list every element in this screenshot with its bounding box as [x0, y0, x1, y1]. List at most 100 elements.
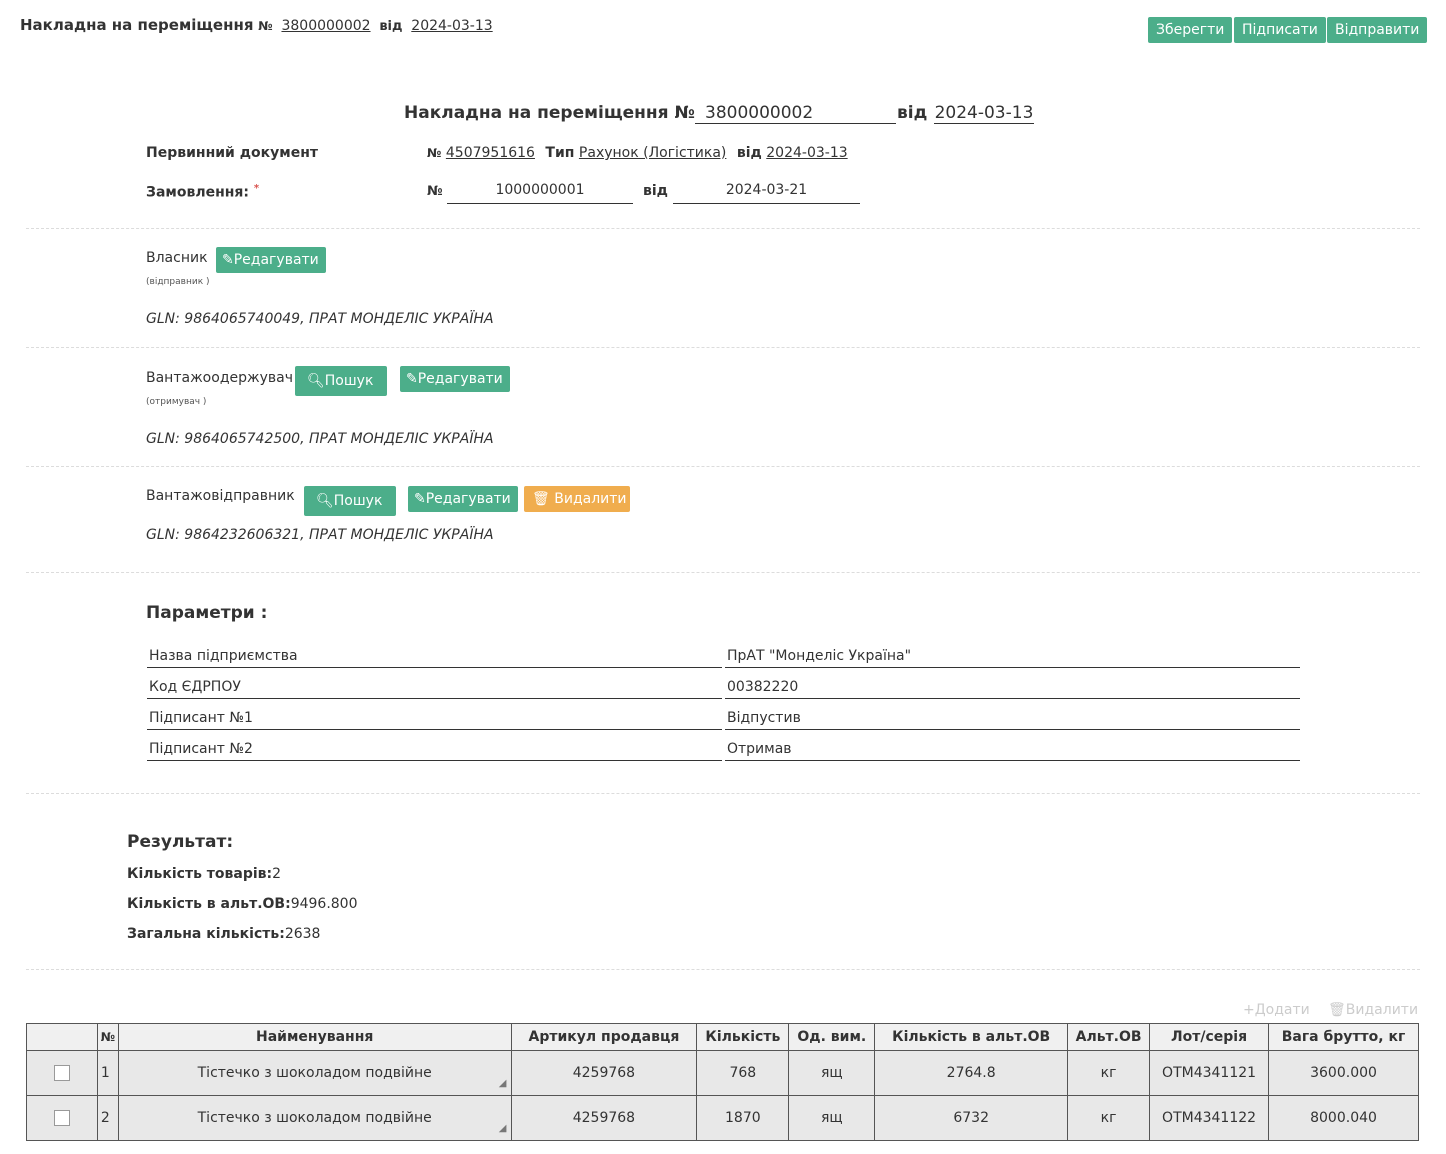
col-lot: Лот/серія — [1149, 1023, 1270, 1051]
param-row: Код ЄДРПОУ 00382220 — [147, 672, 1300, 702]
alt-unit-cell: кг — [1067, 1050, 1151, 1096]
consignee-search-button[interactable]: 🔍︎Пошук — [295, 366, 387, 396]
param-value[interactable]: Отримав — [725, 734, 1300, 761]
shipper-edit-button[interactable]: ✎Редагувати — [408, 486, 518, 512]
alt-quantity-cell: 6732 — [874, 1095, 1069, 1141]
pencil-icon: ✎ — [222, 252, 234, 268]
required-mark: * — [253, 183, 260, 194]
plus-icon: + — [1243, 1002, 1255, 1018]
lot-cell: ОТМ4341122 — [1149, 1095, 1270, 1141]
col-article: Артикул продавця — [510, 1023, 698, 1051]
owner-edit-button[interactable]: ✎Редагувати — [216, 247, 326, 273]
search-icon: 🔍︎ — [316, 493, 334, 509]
header-from-label: від — [379, 19, 403, 34]
params-title: Параметри : — [146, 603, 268, 623]
shipper-search-button[interactable]: 🔍︎Пошук — [304, 486, 396, 516]
param-name: Код ЄДРПОУ — [147, 672, 722, 699]
divider — [26, 466, 1420, 467]
result-total-value: 2638 — [284, 926, 321, 942]
col-alt-unit: Альт.ОВ — [1067, 1023, 1151, 1051]
consignee-label: Вантажоодержувач — [146, 370, 293, 386]
shipper-label: Вантажовідправник — [146, 488, 295, 504]
result-title: Результат: — [127, 832, 234, 852]
param-value[interactable]: 00382220 — [725, 672, 1300, 699]
article-cell: 4259768 — [510, 1050, 698, 1096]
shipper-delete-button[interactable]: 🗑︎ Видалити — [524, 486, 630, 512]
shipper-edit-label: Редагувати — [425, 491, 511, 507]
unit-cell: ящ — [788, 1050, 876, 1096]
primary-doc-date[interactable]: 2024-03-13 — [766, 145, 847, 161]
search-icon: 🔍︎ — [307, 373, 325, 389]
delete-row-button[interactable]: 🗑︎Видалити — [1328, 1002, 1418, 1018]
header-date[interactable]: 2024-03-13 — [411, 18, 492, 34]
primary-doc-type-label: Тип — [545, 145, 575, 161]
row-number: 1 — [96, 1050, 119, 1096]
table-row: 1 Тістечко з шоколадом подвійне ◢ 4259768… — [26, 1050, 1419, 1096]
resize-grip-icon[interactable]: ◢ — [499, 1075, 507, 1093]
shipper-delete-label: Видалити — [554, 491, 627, 507]
resize-grip-icon[interactable]: ◢ — [499, 1120, 507, 1138]
name-textarea[interactable]: Тістечко з шоколадом подвійне ◢ — [117, 1095, 512, 1141]
trash-icon: 🗑︎ — [1328, 1002, 1346, 1018]
weight-cell: 8000.040 — [1268, 1095, 1419, 1141]
delete-row-label: Видалити — [1345, 1002, 1419, 1018]
col-alt-quantity: Кількість в альт.ОВ — [874, 1023, 1069, 1051]
divider — [26, 793, 1420, 794]
owner-sublabel: (відправник ) — [146, 277, 210, 287]
table-header-row: № Найменування Артикул продавця Кількіст… — [26, 1023, 1419, 1051]
consignee-edit-label: Редагувати — [417, 371, 503, 387]
divider — [26, 572, 1420, 573]
row-select-cell — [26, 1050, 98, 1096]
param-name: Підписант №2 — [147, 734, 722, 761]
save-button[interactable]: Зберегти — [1148, 17, 1233, 43]
order-number-field[interactable]: 1000000001 — [447, 182, 633, 204]
header-number[interactable]: 3800000002 — [281, 18, 370, 34]
items-table: № Найменування Артикул продавця Кількіст… — [26, 1023, 1419, 1141]
consignee-search-label: Пошук — [324, 373, 374, 389]
primary-doc-no-label: № — [427, 146, 442, 160]
unit-cell: ящ — [788, 1095, 876, 1141]
name-textarea[interactable]: Тістечко з шоколадом подвійне ◢ — [117, 1050, 512, 1096]
owner-edit-label: Редагувати — [233, 252, 319, 268]
shipper-search-label: Пошук — [333, 493, 383, 509]
shipper-gln: GLN: 9864232606321, ПРАТ МОНДЕЛІС УКРАЇН… — [146, 527, 494, 543]
param-name: Назва підприємства — [147, 641, 722, 668]
form-from-label: від — [897, 103, 928, 123]
form-title: Накладна на переміщення № — [404, 103, 695, 123]
param-value[interactable]: Відпустив — [725, 703, 1300, 730]
consignee-edit-button[interactable]: ✎Редагувати — [400, 366, 510, 392]
add-row-button[interactable]: +Додати — [1243, 1002, 1310, 1018]
form-number-field[interactable]: 3800000002 — [695, 103, 896, 124]
row-checkbox[interactable] — [53, 1110, 70, 1126]
col-weight: Вага брутто, кг — [1268, 1023, 1419, 1051]
send-button[interactable]: Відправити — [1327, 17, 1428, 43]
row-checkbox[interactable] — [53, 1065, 70, 1081]
page-title: Накладна на переміщення — [20, 16, 254, 34]
name-text: Тістечко з шоколадом подвійне — [197, 1110, 432, 1126]
consignee-gln: GLN: 9864065742500, ПРАТ МОНДЕЛІС УКРАЇН… — [146, 431, 494, 447]
form-date-field[interactable]: 2024-03-13 — [934, 103, 1034, 124]
primary-doc-type[interactable]: Рахунок (Логістика) — [579, 145, 726, 161]
primary-doc-number[interactable]: 4507951616 — [446, 145, 535, 161]
divider — [26, 228, 1420, 229]
quantity-cell: 768 — [696, 1050, 790, 1096]
sign-button[interactable]: Підписати — [1234, 17, 1326, 43]
owner-gln: GLN: 9864065740049, ПРАТ МОНДЕЛІС УКРАЇН… — [146, 311, 494, 327]
divider — [26, 969, 1420, 970]
table-row: 2 Тістечко з шоколадом подвійне ◢ 4259768… — [26, 1095, 1419, 1141]
col-name: Найменування — [117, 1023, 512, 1051]
row-select-cell — [26, 1095, 98, 1141]
col-select — [26, 1023, 98, 1051]
param-row: Підписант №2 Отримав — [147, 734, 1300, 764]
col-quantity: Кількість — [696, 1023, 790, 1051]
result-total-label: Загальна кількість: — [127, 926, 285, 942]
primary-doc-label: Первинний документ — [146, 145, 319, 161]
order-date-field[interactable]: 2024-03-21 — [673, 182, 860, 204]
col-unit: Од. вим. — [788, 1023, 876, 1051]
divider — [26, 347, 1420, 348]
order-label-text: Замовлення: — [146, 184, 249, 201]
pencil-icon: ✎ — [414, 491, 426, 507]
param-value[interactable]: ПрАТ "Монделіс Україна" — [725, 641, 1300, 668]
result-count-value: 2 — [272, 866, 282, 882]
result-total: Загальна кількість:2638 — [127, 926, 320, 942]
